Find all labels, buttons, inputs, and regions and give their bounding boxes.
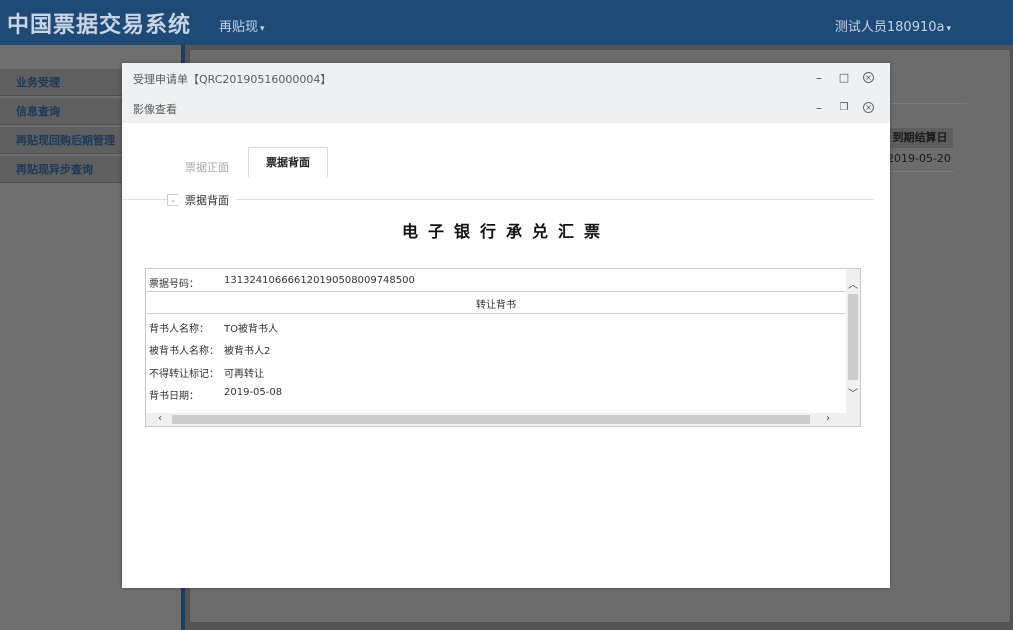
tab-bill-front[interactable]: 票据正面: [185, 159, 229, 175]
non-transferable-row: 不得转让标记： 可再转让: [149, 365, 264, 380]
caret-down-icon: ▾: [260, 24, 265, 34]
scroll-left-icon[interactable]: ‹: [158, 413, 162, 424]
table-cell-settlement-date: 2019-05-20: [887, 152, 951, 165]
field-label: 背书人名称：: [149, 324, 209, 335]
endorsement-date-row: 背书日期： 2019-05-08: [149, 387, 282, 402]
bill-number-row: 票据号码： 131324106666120190508009748500: [149, 275, 415, 290]
scroll-down-icon[interactable]: ﹀: [848, 385, 858, 400]
field-label: 背书日期：: [149, 391, 199, 402]
scroll-up-icon[interactable]: ︿: [848, 276, 858, 291]
divider: [887, 171, 954, 172]
field-value: TO被背书人: [224, 324, 278, 335]
divider: [146, 291, 846, 292]
table-header-settlement-date: 到期结算日: [887, 128, 953, 148]
maximize-icon[interactable]: □: [837, 71, 851, 85]
image-viewer-modal: 受理申请单【QRC20190516000004】 – □ × 影像查看 – ❐ …: [122, 63, 890, 588]
transfer-endorsement-header: 转让背书: [476, 300, 516, 311]
bill-number-label: 票据号码：: [149, 279, 199, 290]
field-label: 被背书人名称：: [149, 346, 219, 357]
endorsee-row: 被背书人名称： 被背书人2: [149, 342, 270, 357]
endorser-row: 背书人名称： TO被背书人: [149, 320, 278, 335]
horizontal-scrollbar[interactable]: ‹ ›: [146, 413, 860, 426]
close-icon[interactable]: ×: [863, 102, 874, 113]
scrollbar-thumb[interactable]: [172, 415, 810, 424]
user-name: 测试人员180910a: [834, 20, 945, 35]
bill-number-value: 131324106666120190508009748500: [224, 275, 415, 286]
modal-subtitle: 影像查看: [133, 103, 177, 116]
field-label: 不得转让标记：: [149, 369, 219, 380]
scrollbar-thumb[interactable]: [848, 294, 858, 380]
divider: [146, 313, 846, 314]
user-menu[interactable]: 测试人员180910a ▾: [835, 16, 951, 35]
app-title: 中国票据交易系统: [7, 13, 192, 38]
caret-down-icon: ▾: [946, 24, 951, 34]
nav-menu-label: 再贴现: [219, 20, 259, 35]
section-label: 票据背面: [178, 192, 236, 208]
vertical-scrollbar[interactable]: ︿ ﹀: [846, 269, 860, 413]
modal-header: 受理申请单【QRC20190516000004】 – □ × 影像查看 – ❐ …: [122, 63, 890, 123]
minimize-icon[interactable]: –: [812, 71, 826, 85]
document-title: 电子银行承兑汇票: [401, 222, 610, 241]
tab-bill-back[interactable]: 票据背面: [248, 147, 328, 177]
scroll-right-icon[interactable]: ›: [826, 413, 830, 424]
field-value: 2019-05-08: [224, 387, 283, 398]
minimize-icon[interactable]: –: [812, 101, 826, 115]
endorsement-panel[interactable]: 票据号码： 131324106666120190508009748500 转让背…: [145, 268, 861, 427]
close-icon[interactable]: ×: [863, 72, 874, 83]
top-bar: 中国票据交易系统 再贴现 ▾ 测试人员180910a ▾: [0, 0, 1013, 45]
restore-icon[interactable]: ❐: [837, 101, 851, 115]
modal-title: 受理申请单【QRC20190516000004】: [133, 73, 332, 86]
field-value: 被背书人2: [224, 346, 271, 357]
field-value: 可再转让: [224, 369, 264, 380]
nav-menu-rediscount[interactable]: 再贴现 ▾: [219, 16, 265, 35]
